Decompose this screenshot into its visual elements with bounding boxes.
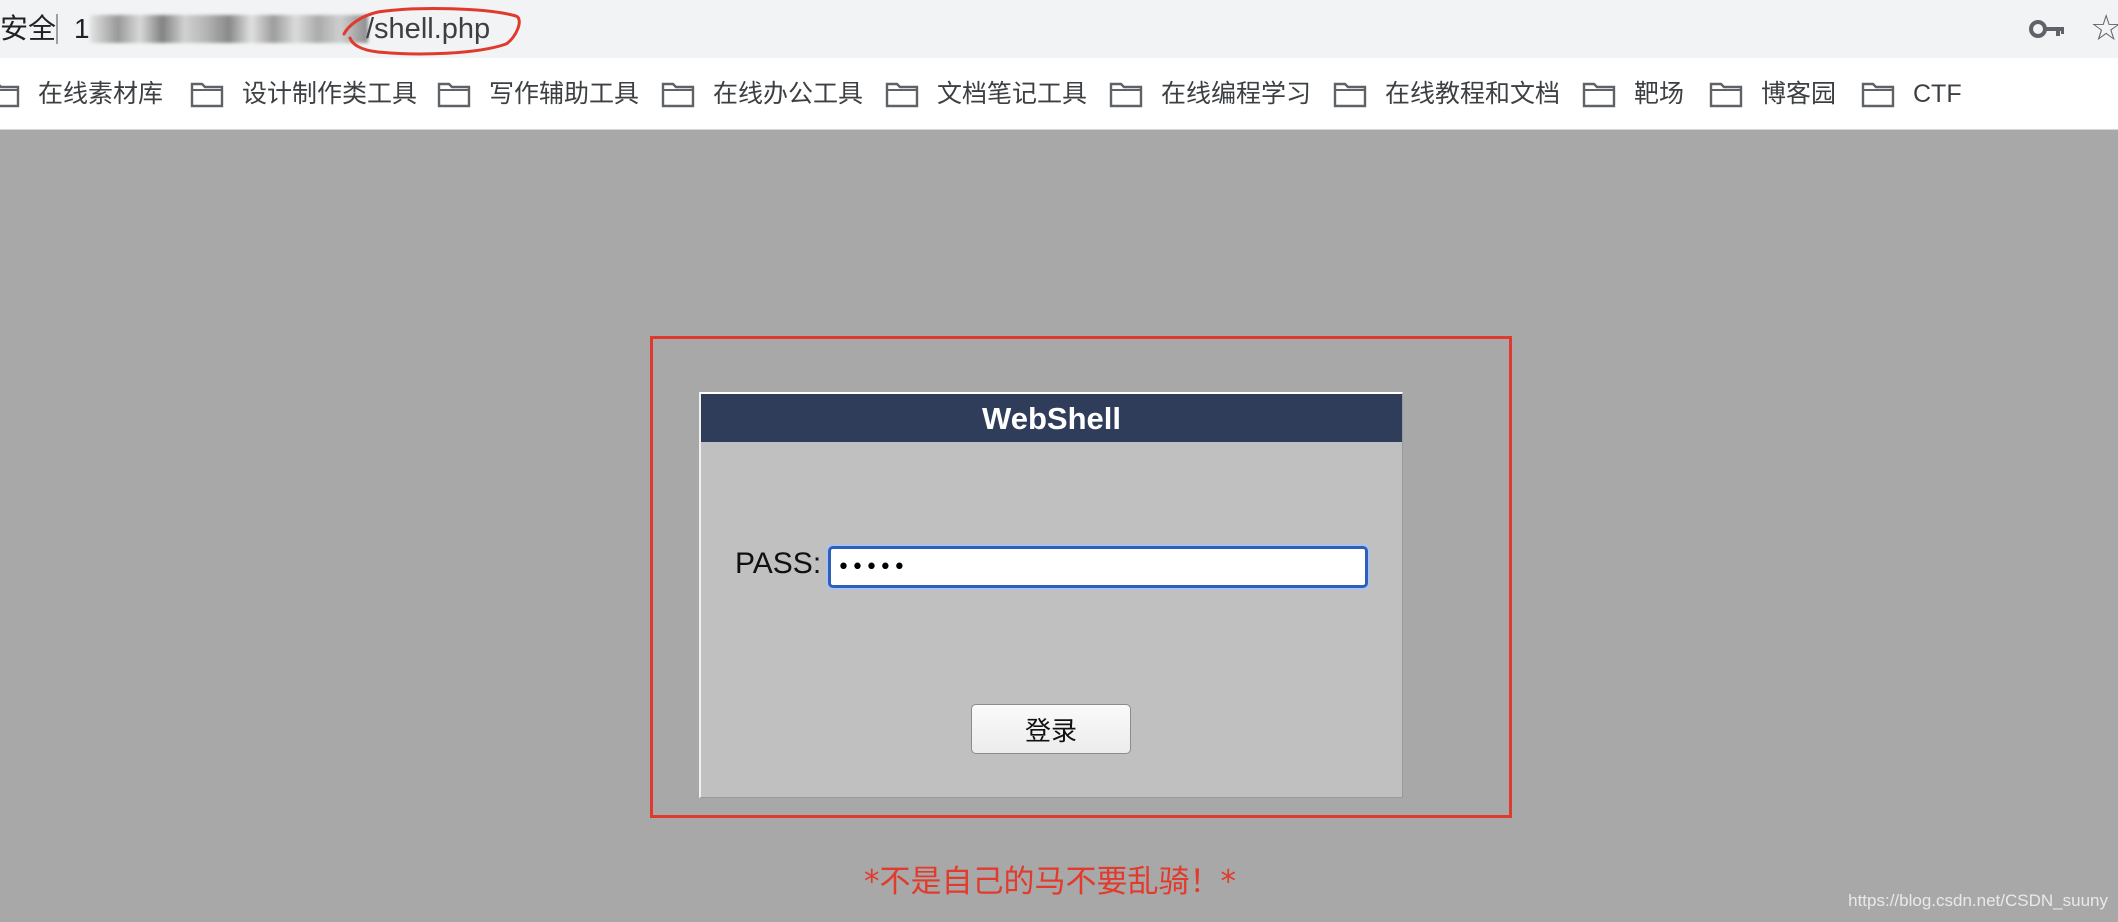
watermark: https://blog.csdn.net/CSDN_suuny: [1848, 891, 2108, 910]
folder-icon: [1709, 82, 1743, 108]
bookmark-label: 写作辅助工具: [489, 80, 640, 108]
folder-icon: [190, 82, 224, 108]
bookmark-label: 设计制作类工具: [242, 80, 418, 108]
folder-icon: [661, 82, 695, 108]
login-button[interactable]: 登录: [971, 704, 1131, 754]
bookmark-label: 在线编程学习: [1161, 80, 1312, 108]
bookmark-label: 在线办公工具: [713, 80, 864, 108]
bookmark-label: 文档笔记工具: [937, 80, 1088, 108]
pass-label: PASS:: [735, 547, 822, 580]
bookmarks-bar: 在线素材库 设计制作类工具 写作辅助工具 在线办公工具 文档笔记工具 在线编程学…: [0, 58, 2118, 130]
password-input[interactable]: [828, 546, 1368, 588]
bookmark-folder-10[interactable]: CTF: [1861, 76, 1962, 112]
folder-icon: [1109, 82, 1143, 108]
bookmark-folder-7[interactable]: 在线教程和文档: [1333, 76, 1560, 112]
address-divider: [56, 14, 58, 44]
security-label[interactable]: 安全: [0, 12, 56, 46]
bookmark-label: 靶场: [1634, 80, 1685, 108]
bookmark-folder-4[interactable]: 在线办公工具: [661, 76, 863, 112]
bookmark-label: CTF: [1913, 80, 1962, 108]
star-outline-icon[interactable]: ☆: [2090, 8, 2118, 48]
bookmark-folder-1[interactable]: 在线素材库: [0, 76, 163, 112]
key-icon[interactable]: [2028, 14, 2068, 44]
bookmark-label: 博客园: [1761, 80, 1837, 108]
folder-icon: [1861, 82, 1895, 108]
webshell-login-panel: WebShell PASS: 登录: [699, 392, 1403, 798]
bookmark-folder-8[interactable]: 靶场: [1582, 76, 1684, 112]
url-start-text[interactable]: 1: [74, 12, 90, 46]
folder-icon: [1582, 82, 1616, 108]
panel-title: WebShell: [701, 394, 1402, 442]
bookmark-label: 在线教程和文档: [1385, 80, 1561, 108]
folder-icon: [0, 84, 20, 108]
folder-icon: [885, 82, 919, 108]
bookmark-folder-2[interactable]: 设计制作类工具: [190, 76, 417, 112]
bookmark-folder-9[interactable]: 博客园: [1709, 76, 1836, 112]
url-annotation-circle: [342, 7, 521, 56]
bookmark-folder-6[interactable]: 在线编程学习: [1109, 76, 1311, 112]
folder-icon: [437, 82, 471, 108]
bookmark-folder-5[interactable]: 文档笔记工具: [885, 76, 1087, 112]
bookmark-label: 在线素材库: [38, 80, 164, 108]
bookmark-folder-3[interactable]: 写作辅助工具: [437, 76, 639, 112]
address-bar: 安全 1 /shell.php ☆: [0, 0, 2118, 58]
folder-icon: [1333, 82, 1367, 108]
url-blurred-host: [90, 15, 368, 43]
warning-text: *不是自己的马不要乱骑！*: [864, 864, 1236, 900]
